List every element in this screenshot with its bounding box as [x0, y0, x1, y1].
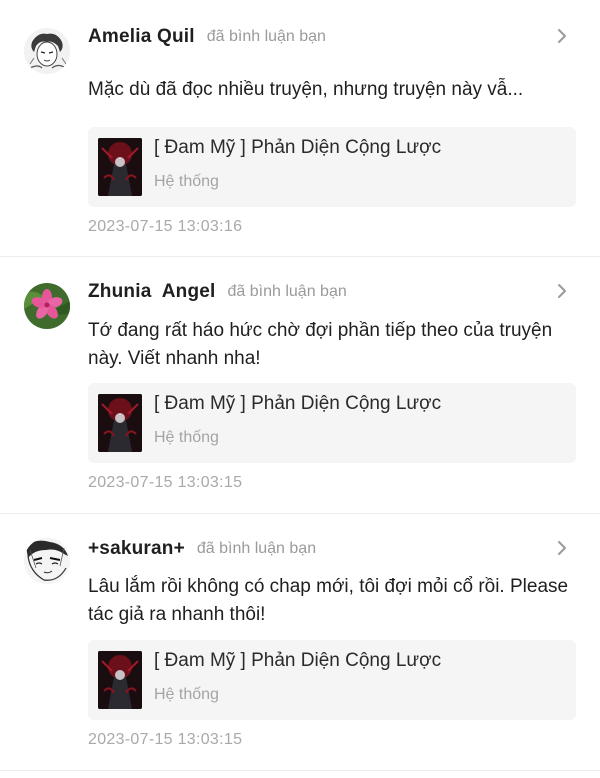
comment-text: Lâu lắm rồi không có chap mới, tôi đợi m… [88, 576, 569, 625]
notification-header: Amelia Quil đã bình luận bạn [88, 22, 576, 52]
story-category: Hệ thống [154, 173, 219, 190]
action-text: đã bình luận bạn [206, 28, 326, 45]
manga-avatar-icon[interactable] [24, 28, 70, 74]
comment-text: Mặc dù đã đọc nhiều truyện, nhưng truyện… [88, 79, 524, 100]
commenter-name[interactable]: Amelia Quil [88, 26, 195, 48]
story-category: Hệ thống [154, 429, 219, 446]
timestamp: 2023-07-15 13:03:15 [88, 474, 243, 491]
notification-item[interactable]: Zhunia Angel đã bình luận bạn Tớ đang rấ… [0, 257, 600, 514]
action-text: đã bình luận bạn [196, 540, 317, 557]
chevron-right-icon[interactable] [552, 281, 572, 301]
timestamp: 2023-07-15 13:03:15 [88, 731, 243, 748]
pink-flower-avatar-icon[interactable] [24, 283, 70, 329]
book-cover-icon [98, 138, 142, 196]
sketch-face-avatar-icon[interactable] [24, 538, 70, 584]
story-title: [ Đam Mỹ ] Phản Diện Cộng Lược [154, 393, 442, 414]
story-card[interactable]: [ Đam Mỹ ] Phản Diện Cộng Lược Hệ thống [88, 640, 576, 720]
book-cover-icon [98, 651, 142, 709]
book-cover-icon [98, 394, 142, 452]
comment-notification-list: Amelia Quil đã bình luận bạn Mặc dù đã đ… [0, 0, 600, 778]
notification-item[interactable]: +sakuran+ đã bình luận bạn Lâu lắm rồi k… [0, 514, 600, 771]
comment-text: Tớ đang rất háo hức chờ đợi phần tiếp th… [88, 320, 553, 369]
commenter-name[interactable]: +sakuran+ [88, 538, 185, 560]
notification-item[interactable]: Amelia Quil đã bình luận bạn Mặc dù đã đ… [0, 0, 600, 257]
chevron-right-icon[interactable] [552, 26, 572, 46]
action-text: đã bình luận bạn [227, 283, 347, 300]
timestamp: 2023-07-15 13:03:16 [88, 218, 243, 235]
story-card[interactable]: [ Đam Mỹ ] Phản Diện Cộng Lược Hệ thống [88, 383, 576, 463]
chevron-right-icon[interactable] [552, 538, 572, 558]
notification-header: Zhunia Angel đã bình luận bạn [88, 277, 576, 307]
story-card[interactable]: [ Đam Mỹ ] Phản Diện Cộng Lược Hệ thống [88, 127, 576, 207]
story-title: [ Đam Mỹ ] Phản Diện Cộng Lược [154, 137, 442, 158]
commenter-name[interactable]: Zhunia Angel [88, 281, 216, 303]
story-title: [ Đam Mỹ ] Phản Diện Cộng Lược [154, 650, 442, 671]
notification-header: +sakuran+ đã bình luận bạn [88, 534, 576, 564]
story-category: Hệ thống [154, 686, 219, 703]
